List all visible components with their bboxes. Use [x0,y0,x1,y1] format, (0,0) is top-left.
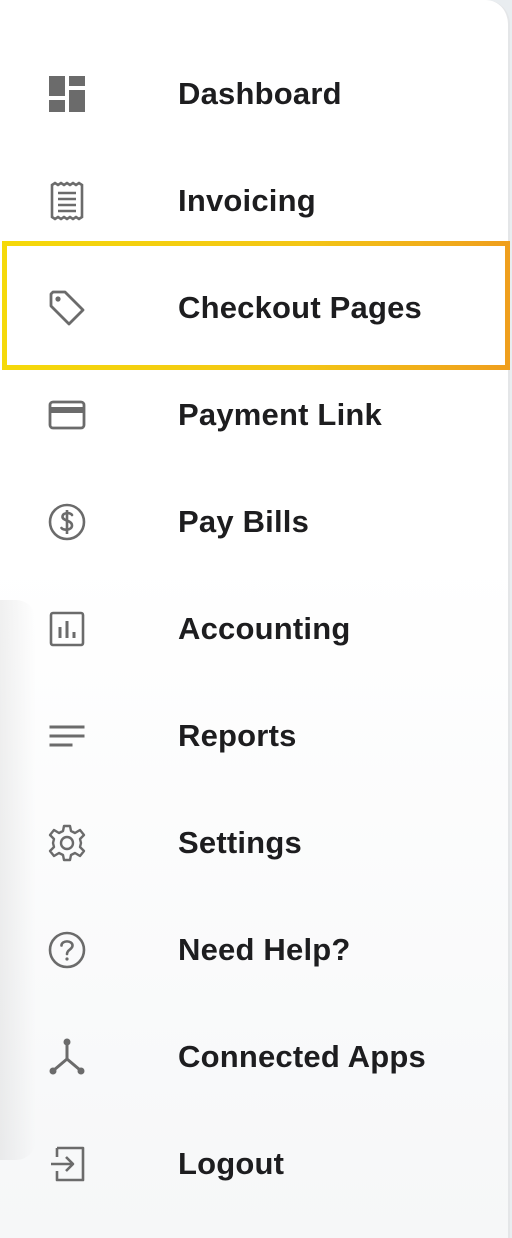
sidebar-item-label: Reports [178,717,297,753]
sidebar-item-reports[interactable]: Reports [0,682,510,789]
dollar-circle-icon [47,502,87,542]
sidebar-item-pay-bills[interactable]: Pay Bills [0,468,510,575]
credit-card-icon [47,395,87,435]
logout-icon [47,1144,87,1184]
sidebar-item-label: Dashboard [178,75,342,111]
sidebar-item-checkout-pages[interactable]: Checkout Pages [0,254,510,361]
sidebar-item-payment-link[interactable]: Payment Link [0,361,510,468]
dashboard-icon [47,74,87,114]
receipt-icon [47,180,87,221]
lines-icon [47,716,87,756]
sidebar-menu: Dashboard Invoicing Checkout Pages Payme… [0,0,510,1238]
sidebar-item-accounting[interactable]: Accounting [0,575,510,682]
tag-icon [47,288,87,328]
sidebar-item-logout[interactable]: Logout [0,1110,510,1217]
bar-chart-icon [47,609,87,649]
sidebar-item-label: Invoicing [178,182,316,218]
sidebar-item-label: Payment Link [178,396,382,432]
sidebar-item-invoicing[interactable]: Invoicing [0,147,510,254]
sidebar-item-label: Connected Apps [178,1038,426,1074]
sidebar-item-connected-apps[interactable]: Connected Apps [0,1003,510,1110]
sidebar-item-label: Settings [178,824,302,860]
sidebar-item-settings[interactable]: Settings [0,789,510,896]
sidebar-item-label: Need Help? [178,931,351,967]
sidebar-item-label: Checkout Pages [178,289,422,325]
sidebar-item-label: Pay Bills [178,503,310,539]
nav-list: Dashboard Invoicing Checkout Pages Payme… [0,40,510,1217]
sidebar-item-dashboard[interactable]: Dashboard [0,40,510,147]
sidebar-item-label: Accounting [178,610,351,646]
gear-icon [47,823,87,863]
question-circle-icon [47,930,87,970]
sidebar-item-need-help[interactable]: Need Help? [0,896,510,1003]
sidebar-item-label: Logout [178,1145,285,1181]
hub-icon [47,1037,87,1077]
